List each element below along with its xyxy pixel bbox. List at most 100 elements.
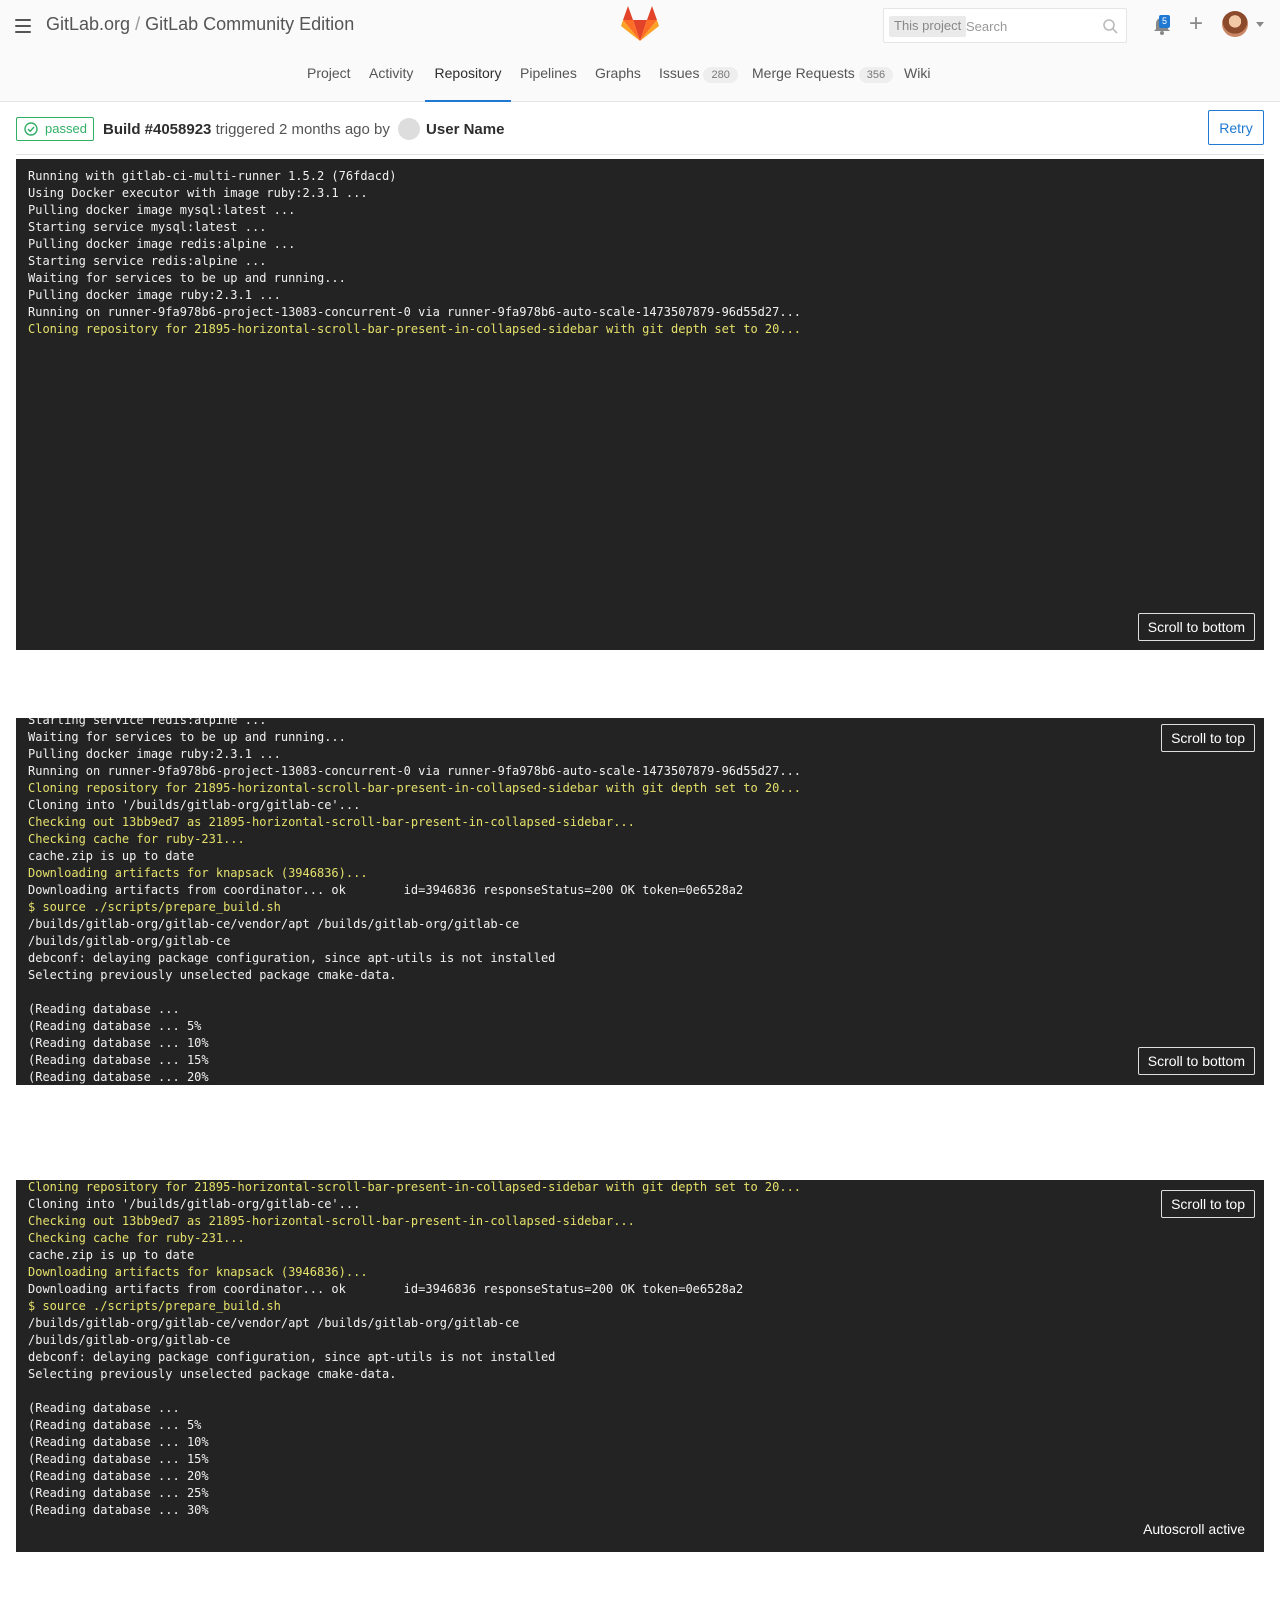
tab-repository[interactable]: Repository bbox=[425, 65, 511, 102]
group-link[interactable]: GitLab.org bbox=[46, 14, 130, 34]
build-number: Build #4058923 bbox=[103, 120, 212, 138]
log-line: /builds/gitlab-org/gitlab-ce bbox=[28, 1333, 231, 1347]
gitlab-logo-icon[interactable] bbox=[621, 6, 659, 42]
log-line: (Reading database ... 20% bbox=[28, 1469, 209, 1483]
log-line: Starting service mysql:latest ... bbox=[28, 220, 267, 234]
tab-issues[interactable]: Issues 280 bbox=[659, 65, 738, 102]
log-line: debconf: delaying package configuration,… bbox=[28, 1350, 556, 1364]
log-line: /builds/gitlab-org/gitlab-ce bbox=[28, 934, 231, 948]
log-line: Checking out 13bb9ed7 as 21895-horizonta… bbox=[28, 1214, 635, 1228]
log-line: Running on runner-9fa978b6-project-13083… bbox=[28, 764, 802, 778]
tab-graphs[interactable]: Graphs bbox=[595, 65, 641, 102]
user-menu[interactable] bbox=[1222, 11, 1270, 39]
tab-wiki[interactable]: Wiki bbox=[904, 65, 930, 102]
todos-bell-icon[interactable]: 5 bbox=[1152, 15, 1174, 37]
log-line: (Reading database ... bbox=[28, 1002, 180, 1016]
log-line: Cloning repository for 21895-horizontal-… bbox=[28, 322, 802, 336]
build-title: Build #4058923 triggered 2 months ago by… bbox=[103, 118, 504, 141]
search-scope-badge[interactable]: This project bbox=[889, 16, 967, 37]
scroll-to-bottom-button[interactable]: Scroll to bottom bbox=[1137, 613, 1255, 641]
log-line: Starting service redis:alpine ... bbox=[28, 718, 267, 727]
log-line: (Reading database ... 20% bbox=[28, 1070, 209, 1084]
log-line: debconf: delaying package configuration,… bbox=[28, 951, 556, 965]
top-header: GitLab.org / GitLab Community Edition Th… bbox=[0, 0, 1280, 102]
build-time-ago: 2 months ago bbox=[278, 120, 370, 138]
retry-button[interactable]: Retry bbox=[1208, 110, 1264, 145]
log-line: Downloading artifacts for knapsack (3946… bbox=[28, 866, 368, 880]
log-line: (Reading database ... 10% bbox=[28, 1036, 209, 1050]
log-line: Pulling docker image redis:alpine ... bbox=[28, 237, 296, 251]
issues-count-badge: 280 bbox=[703, 67, 738, 83]
user-name-link[interactable]: User Name bbox=[426, 121, 504, 138]
log-line: (Reading database ... bbox=[28, 1401, 180, 1415]
build-log-panel[interactable]: Running with gitlab-ci-multi-runner 1.5.… bbox=[16, 159, 1264, 650]
log-line: (Reading database ... 30% bbox=[28, 1503, 209, 1517]
log-line: Downloading artifacts from coordinator..… bbox=[28, 883, 744, 897]
log-line: Cloning repository for 21895-horizontal-… bbox=[28, 1180, 802, 1194]
status-badge[interactable]: passed bbox=[16, 117, 94, 141]
log-line: Waiting for services to be up and runnin… bbox=[28, 271, 346, 285]
build-by-text: by bbox=[374, 120, 390, 138]
menu-icon[interactable] bbox=[15, 19, 31, 33]
log-line: Cloning into '/builds/gitlab-org/gitlab-… bbox=[28, 798, 361, 812]
log-line: Checking cache for ruby-231... bbox=[28, 1231, 245, 1245]
merge-requests-count-badge: 356 bbox=[858, 67, 894, 83]
log-line: (Reading database ... 15% bbox=[28, 1053, 209, 1067]
log-line: /builds/gitlab-org/gitlab-ce/vendor/apt … bbox=[28, 917, 520, 931]
log-line: Cloning into '/builds/gitlab-org/gitlab-… bbox=[28, 1197, 361, 1211]
log-line: Pulling docker image mysql:latest ... bbox=[28, 203, 296, 217]
build-header: passed Build #4058923 triggered 2 months… bbox=[16, 102, 1264, 155]
build-triggered-text: triggered bbox=[215, 120, 275, 138]
autoscroll-status: Autoscroll active bbox=[1143, 1521, 1245, 1537]
build-log-panel[interactable]: Cloning repository for 21895-horizontal-… bbox=[16, 1180, 1264, 1552]
new-item-plus-icon[interactable]: + bbox=[1189, 12, 1203, 36]
scroll-to-top-button[interactable]: Scroll to top bbox=[1161, 724, 1255, 752]
log-line: Starting service redis:alpine ... bbox=[28, 254, 267, 268]
tab-activity[interactable]: Activity bbox=[369, 65, 413, 102]
log-line: /builds/gitlab-org/gitlab-ce/vendor/apt … bbox=[28, 1316, 520, 1330]
log-line: Waiting for services to be up and runnin… bbox=[28, 730, 346, 744]
project-nav: Project Activity Repository Pipelines Gr… bbox=[0, 58, 1280, 102]
status-label: passed bbox=[45, 121, 87, 136]
tab-project[interactable]: Project bbox=[307, 65, 351, 102]
log-line: Selecting previously unselected package … bbox=[28, 968, 397, 982]
log-line: $ source ./scripts/prepare_build.sh bbox=[28, 1299, 281, 1313]
log-line: Pulling docker image ruby:2.3.1 ... bbox=[28, 747, 281, 761]
log-line: Using Docker executor with image ruby:2.… bbox=[28, 186, 368, 200]
log-line: Downloading artifacts from coordinator..… bbox=[28, 1282, 744, 1296]
log-line: cache.zip is up to date bbox=[28, 1248, 195, 1262]
log-line: Checking cache for ruby-231... bbox=[28, 832, 245, 846]
log-line: Pulling docker image ruby:2.3.1 ... bbox=[28, 288, 281, 302]
scroll-to-top-button[interactable]: Scroll to top bbox=[1161, 1190, 1255, 1218]
log-line: Running with gitlab-ci-multi-runner 1.5.… bbox=[28, 169, 397, 183]
search-input[interactable] bbox=[966, 15, 1096, 37]
avatar[interactable] bbox=[398, 118, 421, 140]
search-icon[interactable] bbox=[1102, 18, 1118, 34]
log-line: Downloading artifacts for knapsack (3946… bbox=[28, 1265, 368, 1279]
check-circle-icon bbox=[24, 122, 38, 136]
log-line: (Reading database ... 15% bbox=[28, 1452, 209, 1466]
log-line: (Reading database ... 10% bbox=[28, 1435, 209, 1449]
log-line: (Reading database ... 5% bbox=[28, 1019, 202, 1033]
breadcrumb-separator: / bbox=[135, 14, 141, 34]
tab-pipelines[interactable]: Pipelines bbox=[520, 65, 577, 102]
log-line: $ source ./scripts/prepare_build.sh bbox=[28, 900, 281, 914]
build-log-trace: Starting service redis:alpine ... Waitin… bbox=[28, 718, 801, 1085]
build-log-panel[interactable]: Starting service redis:alpine ... Waitin… bbox=[16, 718, 1264, 1085]
log-line: (Reading database ... 5% bbox=[28, 1418, 202, 1432]
log-line: cache.zip is up to date bbox=[28, 849, 195, 863]
build-log-trace: Cloning repository for 21895-horizontal-… bbox=[28, 1180, 801, 1519]
chevron-down-icon bbox=[1256, 22, 1264, 27]
search-box: This project bbox=[883, 8, 1127, 43]
project-link[interactable]: GitLab Community Edition bbox=[145, 14, 354, 34]
log-line: Running on runner-9fa978b6-project-13083… bbox=[28, 305, 802, 319]
avatar bbox=[1222, 11, 1248, 37]
scroll-to-bottom-button[interactable]: Scroll to bottom bbox=[1137, 1047, 1255, 1075]
log-line: Selecting previously unselected package … bbox=[28, 1367, 397, 1381]
log-line: (Reading database ... 25% bbox=[28, 1486, 209, 1500]
todos-count-badge: 5 bbox=[1159, 15, 1171, 28]
tab-merge-requests[interactable]: Merge Requests 356 bbox=[752, 65, 894, 102]
log-line: Cloning repository for 21895-horizontal-… bbox=[28, 781, 802, 795]
log-line: Checking out 13bb9ed7 as 21895-horizonta… bbox=[28, 815, 635, 829]
breadcrumb: GitLab.org / GitLab Community Edition bbox=[46, 14, 354, 35]
